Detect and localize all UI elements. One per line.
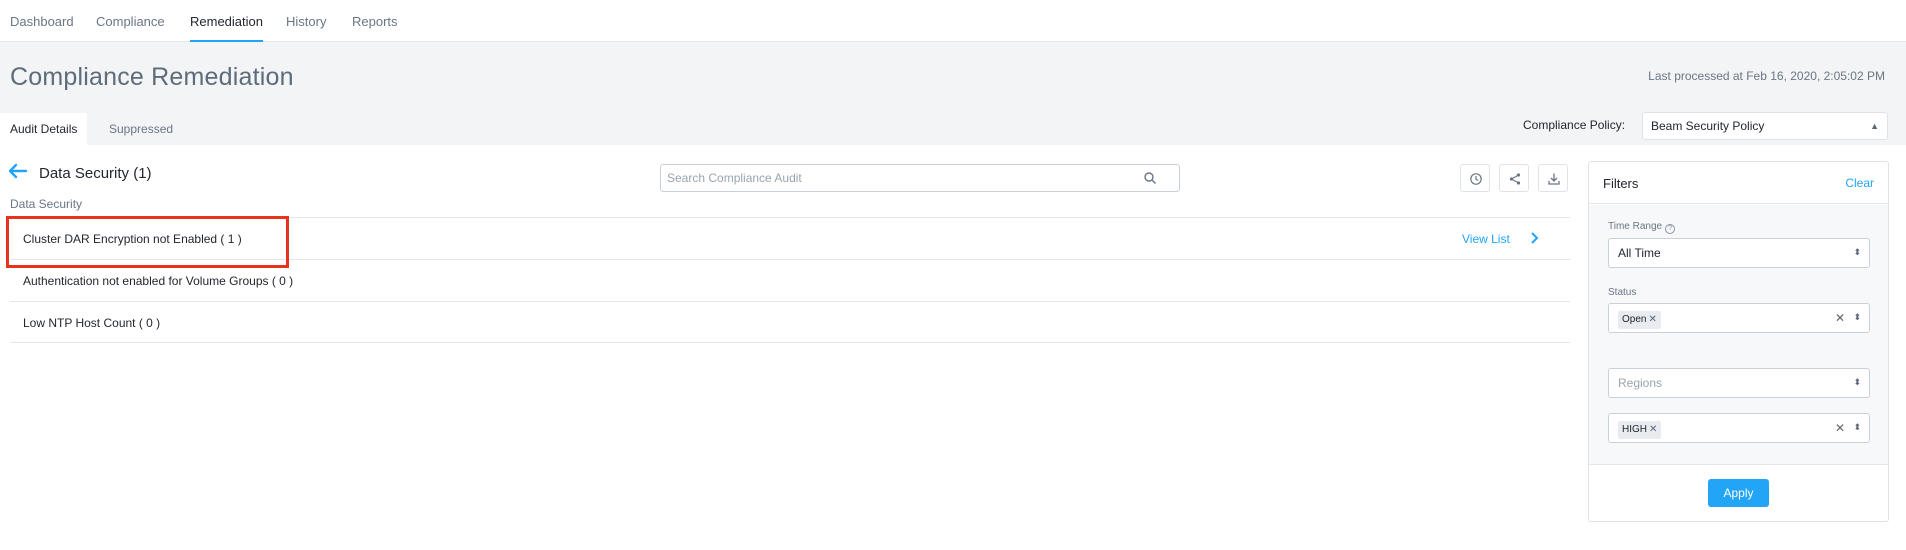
search-icon[interactable]: [1143, 171, 1157, 185]
status-chip: Open ✕: [1618, 311, 1661, 329]
select-arrows-icon: ⬍: [1853, 377, 1861, 387]
status-label: Status: [1608, 287, 1637, 298]
search-box: [660, 164, 1180, 192]
download-button[interactable]: [1538, 164, 1568, 192]
subtab-audit-details[interactable]: Audit Details: [0, 113, 88, 145]
regions-select[interactable]: Regions ⬍: [1608, 368, 1870, 398]
top-nav: Dashboard Compliance Remediation History…: [0, 0, 1906, 42]
compliance-policy-value: Beam Security Policy: [1651, 119, 1765, 133]
filters-body: Time Range? All Time ⬍ Status Open ✕ ✕ ⬍ …: [1589, 205, 1888, 465]
time-range-label: Time Range?: [1608, 221, 1676, 234]
audit-row-label: Cluster DAR Encryption not Enabled ( 1 ): [23, 232, 242, 246]
clear-icon[interactable]: ✕: [1835, 414, 1845, 443]
filters-clear-link[interactable]: Clear: [1845, 176, 1874, 190]
section-subtitle: Data Security: [10, 197, 83, 211]
audit-row[interactable]: Low NTP Host Count ( 0 ): [10, 301, 1570, 343]
audit-row[interactable]: Cluster DAR Encryption not Enabled ( 1 )…: [10, 217, 1570, 259]
time-range-value: All Time: [1618, 246, 1661, 260]
status-select[interactable]: Open ✕ ✕ ⬍: [1608, 303, 1870, 333]
time-range-select[interactable]: All Time ⬍: [1608, 238, 1870, 268]
severity-select[interactable]: HIGH ✕ ✕ ⬍: [1608, 413, 1870, 443]
audit-row[interactable]: Authentication not enabled for Volume Gr…: [10, 259, 1570, 301]
chevron-right-icon[interactable]: [1529, 231, 1539, 245]
nav-tab-history[interactable]: History: [286, 0, 326, 42]
clock-icon: [1470, 173, 1482, 185]
view-list-link[interactable]: View List: [1462, 232, 1510, 246]
page-title: Compliance Remediation: [10, 63, 294, 91]
severity-chip-label: HIGH: [1622, 424, 1647, 435]
remove-chip-icon[interactable]: ✕: [1649, 424, 1657, 435]
select-arrows-icon: ⬍: [1853, 312, 1861, 322]
nav-tab-remediation[interactable]: Remediation: [190, 0, 263, 42]
time-range-label-text: Time Range: [1608, 221, 1663, 232]
select-arrows-icon: ⬍: [1853, 247, 1861, 257]
remove-chip-icon[interactable]: ✕: [1648, 314, 1656, 325]
info-icon[interactable]: ?: [1665, 224, 1676, 234]
nav-tab-dashboard[interactable]: Dashboard: [10, 0, 74, 42]
compliance-policy-select[interactable]: Beam Security Policy ▲: [1642, 112, 1888, 140]
search-input[interactable]: [661, 165, 1121, 191]
share-button[interactable]: [1499, 164, 1529, 192]
share-icon: [1509, 173, 1521, 185]
audit-row-label: Low NTP Host Count ( 0 ): [23, 316, 161, 330]
audit-row-label: Authentication not enabled for Volume Gr…: [23, 274, 294, 288]
status-chip-label: Open: [1622, 314, 1647, 325]
page-header: Compliance Remediation Last processed at…: [0, 42, 1906, 145]
select-arrows-icon: ⬍: [1853, 422, 1861, 432]
filters-title: Filters: [1603, 176, 1639, 191]
download-icon: [1548, 173, 1560, 185]
apply-button[interactable]: Apply: [1708, 479, 1769, 507]
filters-header: Filters Clear: [1589, 162, 1888, 204]
clear-icon[interactable]: ✕: [1835, 304, 1845, 333]
nav-tab-compliance[interactable]: Compliance: [96, 0, 165, 42]
history-button[interactable]: [1460, 164, 1490, 192]
compliance-policy-label: Compliance Policy:: [1523, 118, 1626, 132]
audit-list: Cluster DAR Encryption not Enabled ( 1 )…: [10, 217, 1570, 343]
last-processed-timestamp: Last processed at Feb 16, 2020, 2:05:02 …: [1648, 69, 1885, 83]
subtab-suppressed[interactable]: Suppressed: [99, 113, 183, 145]
section-title: Data Security (1): [39, 165, 152, 182]
back-arrow-icon[interactable]: [8, 162, 30, 180]
filters-panel: Filters Clear Time Range? All Time ⬍ Sta…: [1588, 161, 1889, 522]
nav-tab-reports[interactable]: Reports: [352, 0, 398, 42]
select-arrows-icon: ▲: [1870, 121, 1879, 131]
severity-chip: HIGH ✕: [1618, 421, 1662, 439]
regions-placeholder: Regions: [1618, 376, 1663, 390]
